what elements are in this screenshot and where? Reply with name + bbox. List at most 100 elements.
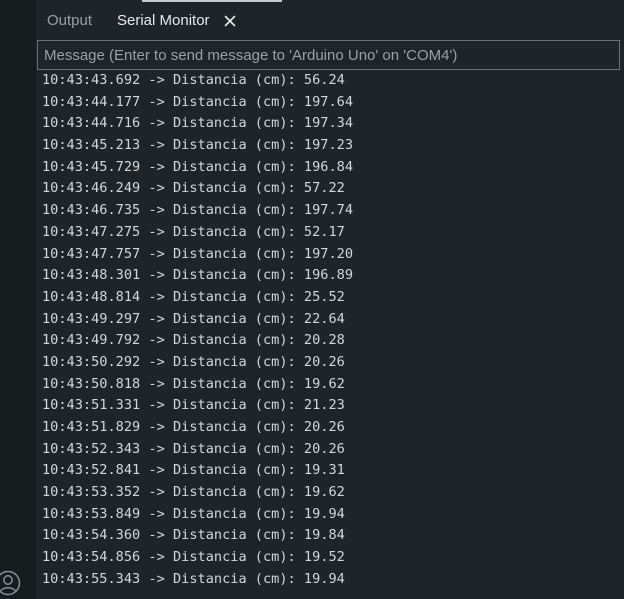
log-label: Distancia (cm):: [172, 332, 304, 349]
log-timestamp: 10:43:47.757: [42, 245, 141, 262]
log-timestamp: 10:43:45.729: [42, 158, 141, 175]
log-value: 20.26: [303, 419, 345, 435]
log-line: 10:43:49.297 -> Distancia (cm): 22.64: [42, 309, 622, 331]
log-value: 196.89: [303, 267, 354, 284]
log-timestamp: 10:43:54.360: [42, 527, 141, 544]
tab-serial-monitor[interactable]: Serial Monitor: [117, 11, 210, 31]
log-value: 197.74: [303, 202, 354, 219]
log-value: 25.52: [303, 288, 345, 305]
log-timestamp: 10:43:55.343: [42, 570, 141, 587]
log-line: 10:43:52.343 -> Distancia (cm): 20.26: [42, 439, 622, 461]
log-timestamp: 10:43:53.849: [42, 505, 141, 522]
log-value: 19.62: [303, 484, 345, 501]
log-value: 19.94: [303, 570, 345, 587]
log-separator: ->: [140, 332, 173, 349]
log-separator: ->: [140, 505, 173, 522]
log-line: 10:43:46.735 -> Distancia (cm): 197.74: [42, 200, 622, 222]
log-separator: ->: [140, 223, 173, 240]
log-separator: ->: [140, 375, 173, 392]
log-value: 22.64: [303, 310, 345, 327]
log-label: Distancia (cm):: [172, 397, 304, 414]
log-separator: ->: [140, 310, 173, 327]
log-line: 10:43:49.792 -> Distancia (cm): 20.28: [42, 330, 622, 352]
log-timestamp: 10:43:46.249: [42, 180, 141, 197]
close-icon[interactable]: [222, 13, 238, 29]
bottom-panel: Output Serial Monitor 10:43:43.692 -> Di…: [36, 0, 624, 599]
log-separator: ->: [140, 462, 173, 479]
log-timestamp: 10:43:44.177: [42, 93, 141, 110]
log-line: 10:43:44.177 -> Distancia (cm): 197.64: [42, 92, 622, 114]
log-label: Distancia (cm):: [172, 223, 304, 240]
log-line: 10:43:53.849 -> Distancia (cm): 19.94: [42, 504, 622, 526]
log-separator: ->: [140, 267, 173, 284]
log-line: 10:43:55.343 -> Distancia (cm): 19.94: [42, 569, 622, 591]
log-label: Distancia (cm):: [172, 484, 304, 501]
log-label: Distancia (cm):: [172, 158, 304, 175]
panel-tabs: Output Serial Monitor: [36, 0, 624, 40]
log-value: 20.28: [303, 332, 345, 349]
log-line: 10:43:47.757 -> Distancia (cm): 197.20: [42, 244, 622, 266]
log-lines: 10:43:43.692 -> Distancia (cm): 56.24 10:…: [42, 74, 622, 591]
log-separator: ->: [140, 93, 173, 110]
log-separator: ->: [140, 397, 173, 414]
log-label: Distancia (cm):: [172, 353, 304, 370]
log-line: 10:43:48.301 -> Distancia (cm): 196.89: [42, 265, 622, 287]
log-line: 10:43:54.360 -> Distancia (cm): 19.84: [42, 525, 622, 547]
log-line: 10:43:47.275 -> Distancia (cm): 52.17: [42, 222, 622, 244]
serial-output-log[interactable]: 10:43:43.692 -> Distancia (cm): 56.24 10:…: [36, 74, 624, 599]
log-value: 196.84: [303, 158, 354, 175]
log-line: 10:43:51.829 -> Distancia (cm): 20.26: [42, 417, 622, 439]
activity-bar: [0, 0, 36, 599]
tab-output[interactable]: Output: [47, 11, 92, 31]
log-separator: ->: [140, 180, 173, 197]
log-separator: ->: [140, 440, 173, 457]
log-separator: ->: [140, 74, 173, 88]
log-timestamp: 10:43:49.792: [42, 332, 141, 349]
log-label: Distancia (cm):: [172, 202, 304, 219]
log-line: 10:43:52.841 -> Distancia (cm): 19.31: [42, 460, 622, 482]
log-label: Distancia (cm):: [172, 375, 304, 392]
log-separator: ->: [140, 158, 173, 175]
log-line: 10:43:45.213 -> Distancia (cm): 197.23: [42, 135, 622, 157]
log-label: Distancia (cm):: [172, 419, 304, 435]
log-separator: ->: [140, 570, 173, 587]
log-line: 10:43:48.814 -> Distancia (cm): 25.52: [42, 287, 622, 309]
log-label: Distancia (cm):: [172, 74, 304, 88]
log-label: Distancia (cm):: [172, 505, 304, 522]
log-timestamp: 10:43:49.297: [42, 310, 141, 327]
log-label: Distancia (cm):: [172, 93, 304, 110]
log-value: 197.34: [303, 115, 354, 132]
log-label: Distancia (cm):: [172, 115, 304, 132]
log-value: 56.24: [303, 74, 345, 88]
log-label: Distancia (cm):: [172, 288, 304, 305]
log-line: 10:43:54.856 -> Distancia (cm): 19.52: [42, 547, 622, 569]
log-timestamp: 10:43:46.735: [42, 202, 141, 219]
log-label: Distancia (cm):: [172, 245, 304, 262]
log-separator: ->: [140, 484, 173, 501]
log-value: 19.62: [303, 375, 345, 392]
log-label: Distancia (cm):: [172, 462, 304, 479]
message-input[interactable]: [37, 40, 620, 70]
log-label: Distancia (cm):: [172, 549, 304, 566]
log-label: Distancia (cm):: [172, 440, 304, 457]
log-line: 10:43:46.249 -> Distancia (cm): 57.22: [42, 178, 622, 200]
log-value: 19.94: [303, 505, 345, 522]
log-separator: ->: [140, 527, 173, 544]
log-value: 197.64: [303, 93, 354, 110]
log-timestamp: 10:43:51.829: [42, 419, 141, 435]
log-timestamp: 10:43:48.814: [42, 288, 141, 305]
log-label: Distancia (cm):: [172, 180, 304, 197]
log-timestamp: 10:43:54.856: [42, 549, 141, 566]
log-value: 19.31: [303, 462, 345, 479]
log-line: 10:43:53.352 -> Distancia (cm): 19.62: [42, 482, 622, 504]
log-line: 10:43:50.292 -> Distancia (cm): 20.26: [42, 352, 622, 374]
log-line: 10:43:43.692 -> Distancia (cm): 56.24: [42, 74, 622, 92]
log-separator: ->: [140, 115, 173, 132]
log-timestamp: 10:43:50.818: [42, 375, 141, 392]
log-value: 20.26: [303, 440, 345, 457]
ide-window: Output Serial Monitor 10:43:43.692 -> Di…: [0, 0, 624, 599]
log-timestamp: 10:43:45.213: [42, 137, 141, 154]
log-value: 197.23: [303, 137, 354, 154]
account-icon[interactable]: [0, 569, 22, 597]
log-timestamp: 10:43:51.331: [42, 397, 141, 414]
